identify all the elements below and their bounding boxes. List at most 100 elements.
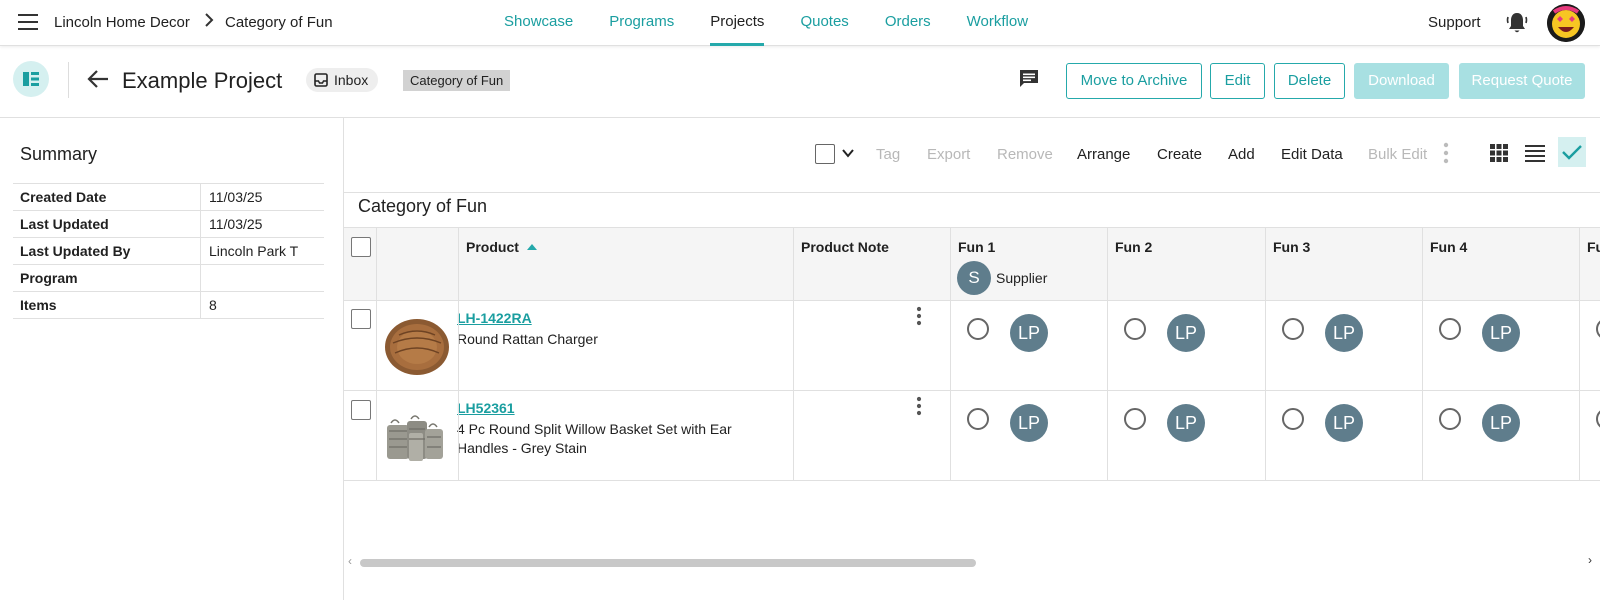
column-divider	[1579, 227, 1580, 481]
sort-ascending-icon[interactable]	[526, 244, 537, 250]
summary-table: Created Date 11/03/25 Last Updated 11/03…	[13, 183, 324, 319]
assignee-avatar: LP	[1325, 314, 1363, 352]
supplier-badge: S	[957, 261, 991, 295]
fun-4-radio[interactable]	[1439, 318, 1461, 340]
arrange-action[interactable]: Arrange	[1077, 146, 1130, 163]
summary-row: Last Updated By Lincoln Park T	[13, 238, 324, 265]
fun-5-radio[interactable]	[1596, 408, 1600, 430]
summary-panel: Summary Created Date 11/03/25 Last Updat…	[0, 118, 344, 600]
menu-icon[interactable]	[18, 14, 38, 30]
fun-1-radio[interactable]	[967, 318, 989, 340]
fun-2-radio[interactable]	[1124, 318, 1146, 340]
chevron-right-icon	[205, 13, 214, 27]
column-divider	[793, 227, 794, 481]
grid-view-icon[interactable]	[1490, 144, 1508, 162]
more-vertical-icon[interactable]	[1443, 142, 1449, 164]
product-name: Round Rattan Charger	[457, 331, 598, 347]
fun-3-radio[interactable]	[1282, 318, 1304, 340]
move-to-archive-button[interactable]: Move to Archive	[1066, 63, 1202, 99]
select-all-checkbox[interactable]	[815, 144, 835, 164]
column-divider	[1422, 227, 1423, 481]
remove-action[interactable]: Remove	[997, 146, 1053, 163]
fun-4-radio[interactable]	[1439, 408, 1461, 430]
bulk-edit-action[interactable]: Bulk Edit	[1368, 146, 1427, 163]
column-product-note[interactable]: Product Note	[801, 239, 889, 255]
sidebar-toggle-button[interactable]	[13, 61, 49, 97]
column-fun-5[interactable]: Fu	[1587, 239, 1600, 255]
comment-icon[interactable]	[1018, 68, 1040, 88]
fun-3-radio[interactable]	[1282, 408, 1304, 430]
fun-5-radio[interactable]	[1596, 318, 1600, 340]
tab-projects[interactable]: Projects	[710, 0, 765, 46]
category-tag[interactable]: Category of Fun	[403, 70, 511, 91]
column-product-label: Product	[466, 239, 519, 255]
column-divider	[1265, 227, 1266, 481]
column-fun-1[interactable]: Fun 1	[958, 239, 995, 255]
export-action[interactable]: Export	[927, 146, 970, 163]
column-fun-2[interactable]: Fun 2	[1115, 239, 1152, 255]
fun-2-radio[interactable]	[1124, 408, 1146, 430]
row-more-icon[interactable]	[916, 396, 922, 416]
edit-button[interactable]: Edit	[1210, 63, 1265, 99]
product-sku-link[interactable]: LH-1422RA	[457, 310, 532, 326]
summary-row: Created Date 11/03/25	[13, 184, 324, 211]
header-divider	[68, 62, 69, 98]
assignee-avatar: LP	[1325, 404, 1363, 442]
tab-showcase[interactable]: Showcase	[504, 0, 573, 46]
column-fun-3[interactable]: Fun 3	[1273, 239, 1310, 255]
breadcrumb-company[interactable]: Lincoln Home Decor	[54, 14, 190, 31]
table-header: Product Product Note Fun 1 Fun 2 Fun 3 F…	[344, 227, 1600, 301]
fun-1-radio[interactable]	[967, 408, 989, 430]
chevron-down-icon[interactable]	[841, 146, 855, 160]
inbox-label: Inbox	[334, 72, 369, 88]
horizontal-scrollbar[interactable]	[360, 559, 1582, 567]
summary-key: Created Date	[20, 189, 107, 205]
inbox-icon	[314, 73, 328, 87]
column-fun-4[interactable]: Fun 4	[1430, 239, 1467, 255]
table-row: LH-1422RA Round Rattan Charger LP LP LP …	[344, 301, 1600, 391]
assignee-avatar: LP	[1167, 314, 1205, 352]
inbox-chip[interactable]: Inbox	[306, 68, 379, 92]
tab-workflow[interactable]: Workflow	[967, 0, 1028, 46]
download-button[interactable]: Download	[1354, 63, 1449, 99]
row-checkbox[interactable]	[351, 400, 371, 420]
scroll-left-arrow[interactable]: ‹	[348, 554, 352, 568]
add-action[interactable]: Add	[1228, 146, 1255, 163]
create-action[interactable]: Create	[1157, 146, 1202, 163]
product-thumbnail-rattan-charger[interactable]	[383, 313, 451, 377]
summary-row: Items 8	[13, 292, 324, 319]
user-avatar[interactable]	[1547, 4, 1585, 42]
tab-quotes[interactable]: Quotes	[800, 0, 848, 46]
support-link[interactable]: Support	[1428, 14, 1481, 31]
list-view-icon[interactable]	[1525, 144, 1545, 162]
notification-bell-icon[interactable]	[1506, 11, 1528, 35]
tab-programs[interactable]: Programs	[609, 0, 674, 46]
tab-orders[interactable]: Orders	[885, 0, 931, 46]
smiley-avatar-icon	[1547, 4, 1585, 42]
project-title: Example Project	[122, 68, 283, 93]
assignee-avatar: LP	[1010, 404, 1048, 442]
row-checkbox[interactable]	[351, 309, 371, 329]
scroll-right-arrow[interactable]: ›	[1588, 553, 1592, 567]
row-more-icon[interactable]	[916, 306, 922, 326]
product-sku-link[interactable]: LH52361	[457, 400, 515, 416]
table-view-button[interactable]	[1558, 137, 1586, 167]
request-quote-button[interactable]: Request Quote	[1459, 63, 1585, 99]
column-product[interactable]: Product	[466, 239, 537, 255]
summary-key: Items	[20, 297, 57, 313]
table-row: LH52361 4 Pc Round Split Willow Basket S…	[344, 391, 1600, 481]
scrollbar-thumb[interactable]	[360, 559, 976, 567]
back-arrow-icon[interactable]	[86, 68, 110, 90]
product-name: 4 Pc Round Split Willow Basket Set with …	[457, 421, 732, 456]
summary-row: Program	[13, 265, 324, 292]
check-icon	[1562, 145, 1582, 160]
summary-key: Last Updated	[20, 216, 109, 232]
summary-title: Summary	[20, 144, 98, 164]
delete-button[interactable]: Delete	[1274, 63, 1345, 99]
tag-action[interactable]: Tag	[876, 146, 900, 163]
summary-value: 11/03/25	[200, 211, 262, 237]
main-tabs: Showcase Programs Projects Quotes Orders…	[504, 0, 1064, 46]
edit-data-action[interactable]: Edit Data	[1281, 146, 1343, 163]
header-checkbox[interactable]	[351, 237, 371, 257]
product-thumbnail-willow-baskets[interactable]	[383, 403, 451, 467]
